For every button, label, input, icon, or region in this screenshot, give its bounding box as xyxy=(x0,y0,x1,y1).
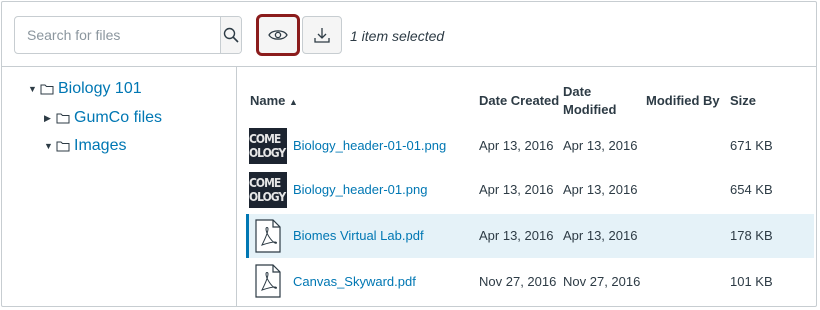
pdf-icon xyxy=(255,219,281,253)
thumbnail-text: COME xyxy=(249,132,281,146)
pdf-icon xyxy=(255,264,281,298)
tree-item-biology-101[interactable]: ▼ Biology 101 xyxy=(28,80,142,98)
table-row[interactable]: COME OLOGY Biology_header-01.png Apr 13,… xyxy=(246,168,814,212)
tree-item-label: GumCo files xyxy=(74,109,163,126)
search-box xyxy=(14,16,242,54)
column-header-label: Modified xyxy=(563,102,617,117)
column-header-date-created[interactable]: Date Created xyxy=(479,93,559,108)
image-thumbnail: COME OLOGY xyxy=(249,172,287,208)
expand-right-icon[interactable]: ▶ xyxy=(44,113,54,124)
image-thumbnail: COME OLOGY xyxy=(249,128,287,164)
thumbnail-text: OLOGY xyxy=(249,146,286,160)
file-size: 101 KB xyxy=(730,274,773,289)
table-row-selected[interactable]: Biomes Virtual Lab.pdf Apr 13, 2016 Apr … xyxy=(246,214,814,258)
column-header-label: Name xyxy=(250,93,286,108)
sort-asc-icon: ▲ xyxy=(289,97,298,107)
column-header-modified-by[interactable]: Modified By xyxy=(646,93,720,108)
file-name-link[interactable]: Biology_header-01.png xyxy=(293,182,427,197)
tree-item-label: Images xyxy=(74,137,127,154)
toolbar-divider xyxy=(2,66,816,67)
search-icon xyxy=(223,27,239,43)
date-created: Apr 13, 2016 xyxy=(479,228,554,243)
search-input[interactable] xyxy=(15,17,220,53)
tree-item-label: Biology 101 xyxy=(58,80,142,97)
download-icon xyxy=(314,28,330,43)
date-modified: Apr 13, 2016 xyxy=(563,228,638,243)
column-header-date-modified[interactable]: Date Modified xyxy=(563,83,616,119)
column-header-label: Date xyxy=(563,84,592,99)
file-name-link[interactable]: Canvas_Skyward.pdf xyxy=(293,274,416,289)
eye-icon xyxy=(268,30,288,40)
file-size: 671 KB xyxy=(730,138,773,153)
tree-item-gumco-files[interactable]: ▶ GumCo files xyxy=(44,109,162,127)
thumbnail-text: OLOGY xyxy=(249,190,286,204)
expand-down-icon[interactable]: ▼ xyxy=(44,141,54,151)
date-modified: Nov 27, 2016 xyxy=(563,274,641,289)
search-button[interactable] xyxy=(220,17,241,53)
folder-icon xyxy=(56,113,70,124)
date-created: Nov 27, 2016 xyxy=(479,274,557,289)
table-row[interactable]: Canvas_Skyward.pdf Nov 27, 2016 Nov 27, … xyxy=(246,260,814,304)
toolbar: 1 item selected xyxy=(14,14,804,56)
folder-icon xyxy=(56,141,70,152)
file-name-link[interactable]: Biology_header-01-01.png xyxy=(293,138,446,153)
panel-divider xyxy=(236,67,237,307)
preview-button[interactable] xyxy=(256,14,300,56)
date-created: Apr 13, 2016 xyxy=(479,138,554,153)
table-row[interactable]: COME OLOGY Biology_header-01-01.png Apr … xyxy=(246,124,814,168)
date-modified: Apr 13, 2016 xyxy=(563,182,638,197)
file-size: 178 KB xyxy=(730,228,773,243)
thumbnail-text: COME xyxy=(249,176,281,190)
download-button[interactable] xyxy=(302,16,342,54)
date-created: Apr 13, 2016 xyxy=(479,182,554,197)
selection-status: 1 item selected xyxy=(350,28,445,44)
file-name-link[interactable]: Biomes Virtual Lab.pdf xyxy=(293,228,424,243)
tree-item-images[interactable]: ▼ Images xyxy=(44,137,126,155)
column-header-size[interactable]: Size xyxy=(730,93,756,108)
column-header-name[interactable]: Name ▲ xyxy=(250,93,298,108)
date-modified: Apr 13, 2016 xyxy=(563,138,638,153)
folder-icon xyxy=(40,84,54,95)
file-browser: 1 item selected ▼ Biology 101 ▶ GumCo fi… xyxy=(1,1,817,307)
expand-down-icon[interactable]: ▼ xyxy=(28,84,38,94)
file-size: 654 KB xyxy=(730,182,773,197)
